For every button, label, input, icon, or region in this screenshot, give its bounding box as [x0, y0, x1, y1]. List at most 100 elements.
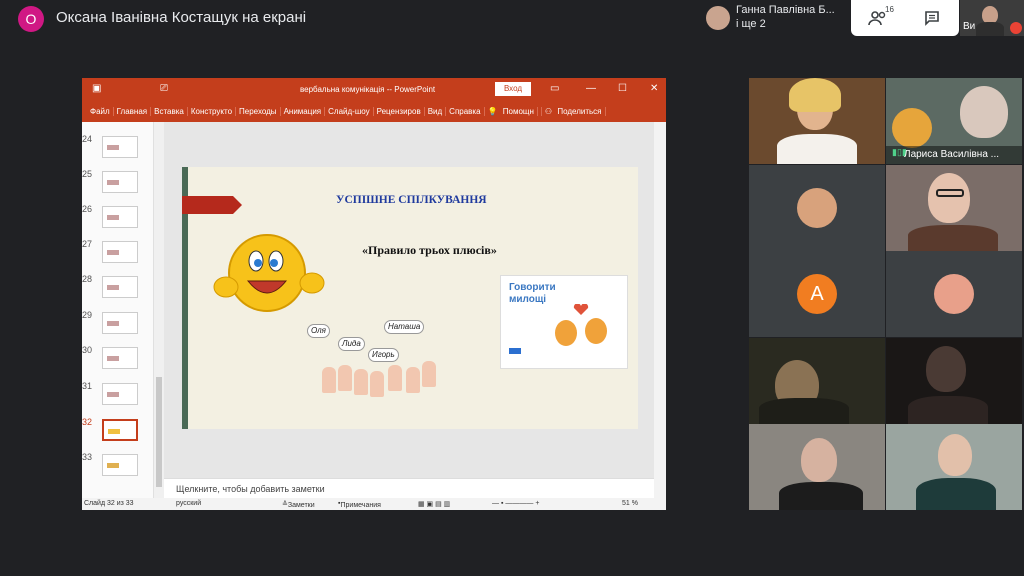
- child-figure: [338, 365, 352, 391]
- participant-avatar: [934, 274, 974, 314]
- host-chip[interactable]: Ганна Павлівна Б... і ще 2: [700, 0, 850, 36]
- participant-face: [928, 173, 970, 223]
- participant-tile[interactable]: [886, 424, 1022, 510]
- close-icon[interactable]: ✕: [650, 83, 658, 94]
- login-button[interactable]: Вход: [495, 82, 531, 96]
- tab-view[interactable]: Вид: [425, 106, 447, 116]
- minimize-icon[interactable]: —: [586, 83, 596, 94]
- thought-bubble: Наташа: [384, 320, 425, 334]
- participant-tile[interactable]: [749, 78, 885, 164]
- participant-name: Лариса Василівна ...: [904, 149, 999, 160]
- self-label: Ви: [963, 21, 976, 32]
- child-figure: [406, 367, 420, 393]
- scroll-thumb[interactable]: [156, 377, 162, 487]
- participant-tile[interactable]: А: [749, 251, 885, 337]
- participant-hair: [789, 78, 841, 112]
- slide-scrollbar[interactable]: [654, 122, 666, 498]
- thumbnail-slide[interactable]: 30: [82, 345, 154, 373]
- thumbnail-number: 28: [82, 274, 93, 284]
- shared-screen-powerpoint: ▣ ⎚ вербальна комунікація -- PowerPoint …: [82, 78, 666, 510]
- tab-slideshow[interactable]: Слайд-шоу: [325, 106, 374, 116]
- thumbnail-image: [102, 171, 138, 193]
- participant-face: [801, 438, 837, 482]
- participant-body: [759, 398, 849, 424]
- thumbnail-image: [102, 347, 138, 369]
- participant-tile[interactable]: [749, 424, 885, 510]
- thumbnail-image: [102, 206, 138, 228]
- tab-design[interactable]: Конструкто: [188, 106, 237, 116]
- participants-button[interactable]: 16: [851, 0, 905, 36]
- thumbnail-number: 30: [82, 345, 93, 355]
- language-indicator[interactable]: русский: [176, 500, 201, 507]
- thought-bubble: Оля: [307, 324, 330, 338]
- tab-transitions[interactable]: Переходы: [236, 106, 281, 116]
- child-figure: [370, 371, 384, 397]
- ppt-title-bar: ▣ ⎚ вербальна комунікація -- PowerPoint …: [82, 78, 666, 100]
- thumbnail-number: 29: [82, 310, 93, 320]
- thumbnail-number: 24: [82, 134, 93, 144]
- view-buttons[interactable]: ▦ ▣ ▤ ▥: [418, 500, 450, 508]
- tab-file[interactable]: Файл: [87, 106, 114, 116]
- glasses-icon: [936, 189, 964, 197]
- child-figure: [354, 369, 368, 395]
- mic-off-icon: [1010, 22, 1022, 34]
- notes-toggle-label: Заметки: [287, 502, 315, 509]
- tab-insert[interactable]: Вставка: [151, 106, 188, 116]
- participant-avatar: А: [797, 274, 837, 314]
- child-figure: [422, 361, 436, 387]
- thumbnail-slide[interactable]: 24: [82, 134, 154, 162]
- notes-toggle[interactable]: ≙ Заметки: [282, 500, 315, 509]
- comments-toggle-label: Примечания: [340, 502, 381, 509]
- share-label: Поделиться: [554, 106, 606, 116]
- zoom-level[interactable]: 51 %: [622, 500, 638, 507]
- thumbnail-slide[interactable]: 27: [82, 239, 154, 267]
- participant-tile[interactable]: [886, 251, 1022, 337]
- participant-tile[interactable]: [749, 338, 885, 424]
- tab-home[interactable]: Главная: [114, 106, 152, 116]
- tell-me-label: Помощн: [499, 106, 538, 116]
- bird-figure: [555, 320, 577, 346]
- participant-tile[interactable]: [749, 165, 885, 251]
- thumbnail-slide[interactable]: 25: [82, 169, 154, 197]
- slide-thumbnails: 24 25 26 27 28 29 30 31 32 33: [82, 122, 154, 498]
- tab-animations[interactable]: Анимация: [281, 106, 326, 116]
- tab-review[interactable]: Рецензиров: [374, 106, 425, 116]
- slide-heading: УСПІШНЕ СПІЛКУВАННЯ: [336, 194, 487, 206]
- card-caption: Говорити милощі: [509, 282, 556, 305]
- host-avatar: [706, 6, 730, 30]
- zoom-slider[interactable]: — ▪ ———— +: [492, 500, 539, 507]
- top-bar: О Оксана Іванівна Костащук на екрані Ган…: [0, 0, 1024, 38]
- thumbnails-scrollbar[interactable]: [154, 122, 164, 498]
- thumbnail-slide[interactable]: 28: [82, 274, 154, 302]
- thumbnail-slide[interactable]: 26: [82, 204, 154, 232]
- ribbon-display-icon[interactable]: ▭: [550, 83, 559, 94]
- self-body: [976, 22, 1004, 36]
- participant-body: [908, 396, 988, 424]
- smiley-thumbs-up-icon: [213, 234, 325, 312]
- slide-editing-area[interactable]: УСПІШНЕ СПІЛКУВАННЯ «Правило трьох плюсі…: [164, 122, 654, 478]
- current-slide[interactable]: УСПІШНЕ СПІЛКУВАННЯ «Правило трьох плюсі…: [182, 167, 638, 429]
- host-name: Ганна Павлівна Б...: [736, 4, 835, 16]
- thumbnail-slide[interactable]: 29: [82, 310, 154, 338]
- chat-button[interactable]: [905, 0, 959, 36]
- ppt-window-title: вербальна комунікація -- PowerPoint: [300, 85, 436, 94]
- save-icon[interactable]: ▣: [92, 83, 101, 94]
- tab-help[interactable]: Справка: [446, 106, 485, 116]
- slideshow-icon[interactable]: ⎚: [160, 83, 168, 94]
- participant-tile[interactable]: [886, 338, 1022, 424]
- maximize-icon[interactable]: ☐: [618, 83, 627, 94]
- thumbnail-slide-selected[interactable]: 32: [82, 417, 154, 445]
- share-button[interactable]: ⚇ Поделиться: [542, 106, 609, 116]
- thumbnail-number: 33: [82, 452, 93, 462]
- ppt-ribbon-tabs: Файл Главная Вставка Конструкто Переходы…: [82, 100, 666, 122]
- thumbnail-slide[interactable]: 31: [82, 381, 154, 409]
- bird-figure: [585, 318, 607, 344]
- self-view-tile[interactable]: Ви: [960, 0, 1024, 36]
- comments-toggle[interactable]: ▪ Примечания: [338, 500, 381, 509]
- participant-body: [908, 225, 998, 251]
- tab-tell-me[interactable]: 💡 Помощн: [485, 106, 542, 116]
- thumbnail-slide[interactable]: 33: [82, 452, 154, 480]
- participant-tile[interactable]: ▮▯▮ Лариса Василівна ...: [886, 78, 1022, 164]
- notes-pane[interactable]: Щелкните, чтобы добавить заметки: [164, 478, 654, 498]
- participant-tile[interactable]: [886, 165, 1022, 251]
